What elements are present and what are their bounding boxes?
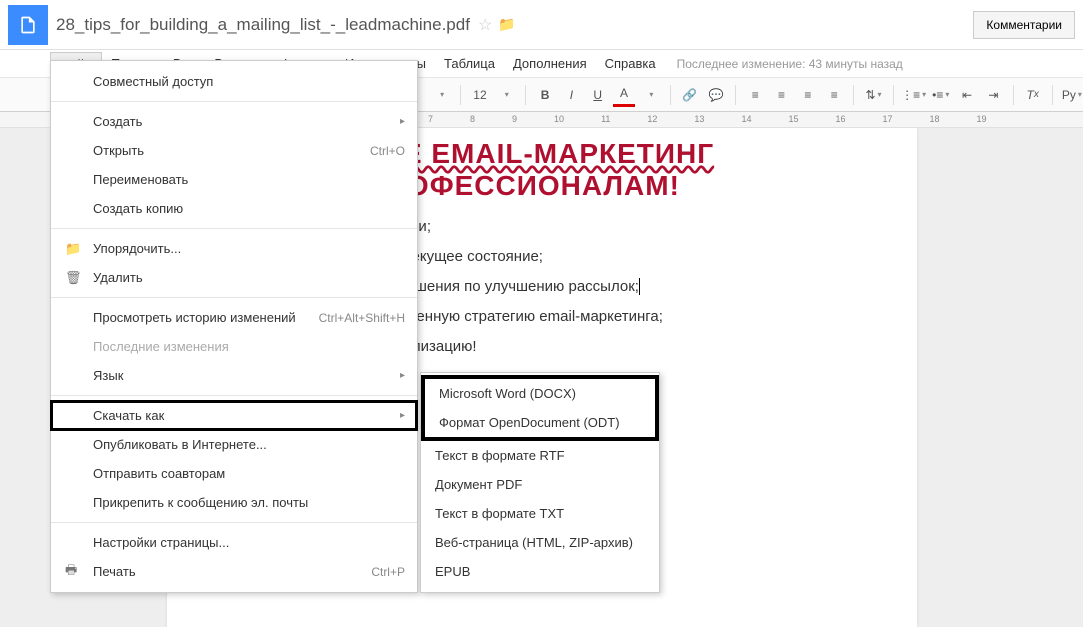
menu-organize[interactable]: 📁Упорядочить... bbox=[51, 234, 417, 263]
menu-new[interactable]: Создать▸ bbox=[51, 107, 417, 136]
body-text: в задачи; руем текущее состояние; рые ре… bbox=[367, 212, 897, 362]
menu-language[interactable]: Язык▸ bbox=[51, 361, 417, 390]
download-odt[interactable]: Формат OpenDocument (ODT) bbox=[425, 408, 655, 437]
menu-revision-history[interactable]: Просмотреть историю измененийCtrl+Alt+Sh… bbox=[51, 303, 417, 332]
underline-button[interactable]: U bbox=[587, 83, 609, 107]
menu-open[interactable]: ОткрытьCtrl+O bbox=[51, 136, 417, 165]
bold-button[interactable]: B bbox=[534, 83, 556, 107]
numbered-list-button[interactable]: ⋮≡ bbox=[902, 83, 926, 107]
download-as-submenu: Microsoft Word (DOCX) Формат OpenDocumen… bbox=[420, 372, 660, 593]
menu-share[interactable]: Совместный доступ bbox=[51, 67, 417, 96]
download-txt[interactable]: Текст в формате TXT bbox=[421, 499, 659, 528]
star-icon[interactable]: ☆ bbox=[478, 15, 492, 35]
menu-help[interactable]: Справка bbox=[596, 52, 665, 75]
font-size-dd[interactable] bbox=[495, 83, 517, 107]
align-center-button[interactable]: ≡ bbox=[770, 83, 792, 107]
file-menu-dropdown: Совместный доступ Создать▸ ОткрытьCtrl+O… bbox=[50, 60, 418, 593]
title-bar: 28_tips_for_building_a_mailing_list_-_le… bbox=[0, 0, 1083, 50]
menu-publish[interactable]: Опубликовать в Интернете... bbox=[51, 430, 417, 459]
outdent-button[interactable]: ⇤ bbox=[956, 83, 978, 107]
menu-make-copy[interactable]: Создать копию bbox=[51, 194, 417, 223]
menu-delete[interactable]: 🗑Удалить bbox=[51, 263, 417, 292]
menu-page-setup[interactable]: Настройки страницы... bbox=[51, 528, 417, 557]
trash-icon: 🗑 bbox=[65, 270, 82, 286]
print-icon: 🖶 bbox=[65, 561, 77, 583]
text-color-dd[interactable] bbox=[639, 83, 661, 107]
comment-button[interactable]: 💬 bbox=[705, 83, 727, 107]
download-html[interactable]: Веб-страница (HTML, ZIP-архив) bbox=[421, 528, 659, 557]
download-rtf[interactable]: Текст в формате RTF bbox=[421, 441, 659, 470]
menu-recent-changes: Последние изменения bbox=[51, 332, 417, 361]
heading-line1: ЬТЕ EMAIL-МАРКЕТИНГ bbox=[367, 138, 897, 170]
menu-email-attachment[interactable]: Прикрепить к сообщению эл. почты bbox=[51, 488, 417, 517]
document-title[interactable]: 28_tips_for_building_a_mailing_list_-_le… bbox=[56, 15, 470, 35]
line-spacing-button[interactable]: ⇅ bbox=[862, 83, 884, 107]
download-pdf[interactable]: Документ PDF bbox=[421, 470, 659, 499]
download-docx[interactable]: Microsoft Word (DOCX) bbox=[425, 379, 655, 408]
folder-icon[interactable]: 📁 bbox=[498, 16, 515, 33]
align-justify-button[interactable]: ≡ bbox=[823, 83, 845, 107]
indent-button[interactable]: ⇥ bbox=[982, 83, 1004, 107]
folder-icon: 📁 bbox=[65, 241, 81, 257]
font-size[interactable]: 12 bbox=[469, 88, 490, 102]
download-epub[interactable]: EPUB bbox=[421, 557, 659, 586]
docs-app-icon[interactable] bbox=[8, 5, 48, 45]
comments-button[interactable]: Комментарии bbox=[973, 11, 1075, 39]
align-right-button[interactable]: ≡ bbox=[797, 83, 819, 107]
clear-format-button[interactable]: Tx bbox=[1022, 83, 1044, 107]
menu-table[interactable]: Таблица bbox=[435, 52, 504, 75]
bulleted-list-button[interactable]: •≡ bbox=[930, 83, 952, 107]
input-lang-button[interactable]: Ру bbox=[1061, 83, 1083, 107]
menu-print[interactable]: 🖶ПечатьCtrl+P bbox=[51, 557, 417, 586]
align-left-button[interactable]: ≡ bbox=[744, 83, 766, 107]
menu-download-as[interactable]: Скачать как▸ bbox=[51, 401, 417, 430]
more-dd[interactable] bbox=[430, 83, 452, 107]
last-edit-label[interactable]: Последнее изменение: 43 минуты назад bbox=[677, 57, 903, 71]
menu-email-collaborators[interactable]: Отправить соавторам bbox=[51, 459, 417, 488]
text-color-button[interactable]: A bbox=[613, 83, 635, 107]
heading-line2: ПРОФЕССИОНАЛАМ! bbox=[367, 170, 897, 202]
menu-rename[interactable]: Переименовать bbox=[51, 165, 417, 194]
menu-addons[interactable]: Дополнения bbox=[504, 52, 596, 75]
link-button[interactable]: 🔗 bbox=[678, 83, 700, 107]
italic-button[interactable]: I bbox=[560, 83, 582, 107]
